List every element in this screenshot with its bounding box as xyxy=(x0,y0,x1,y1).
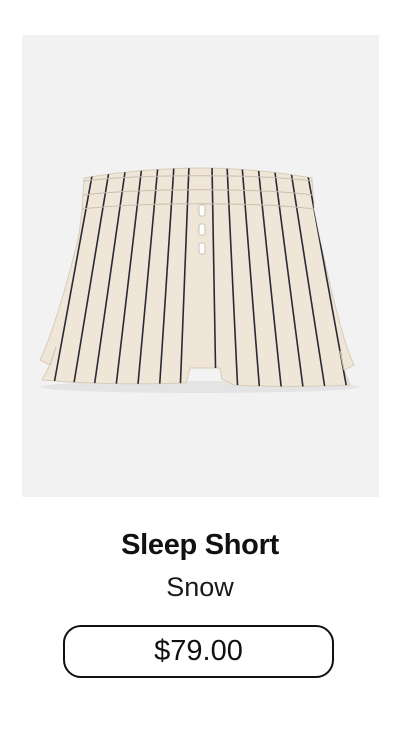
product-name[interactable]: Sleep Short xyxy=(0,527,400,563)
shorts-illustration xyxy=(39,167,360,393)
fly-buttons xyxy=(198,204,206,255)
product-card[interactable]: Sleep Short Snow $79.00 xyxy=(0,0,400,748)
product-color: Snow xyxy=(166,572,234,602)
product-image[interactable] xyxy=(22,35,379,497)
price-button[interactable]: $79.00 xyxy=(63,625,334,678)
